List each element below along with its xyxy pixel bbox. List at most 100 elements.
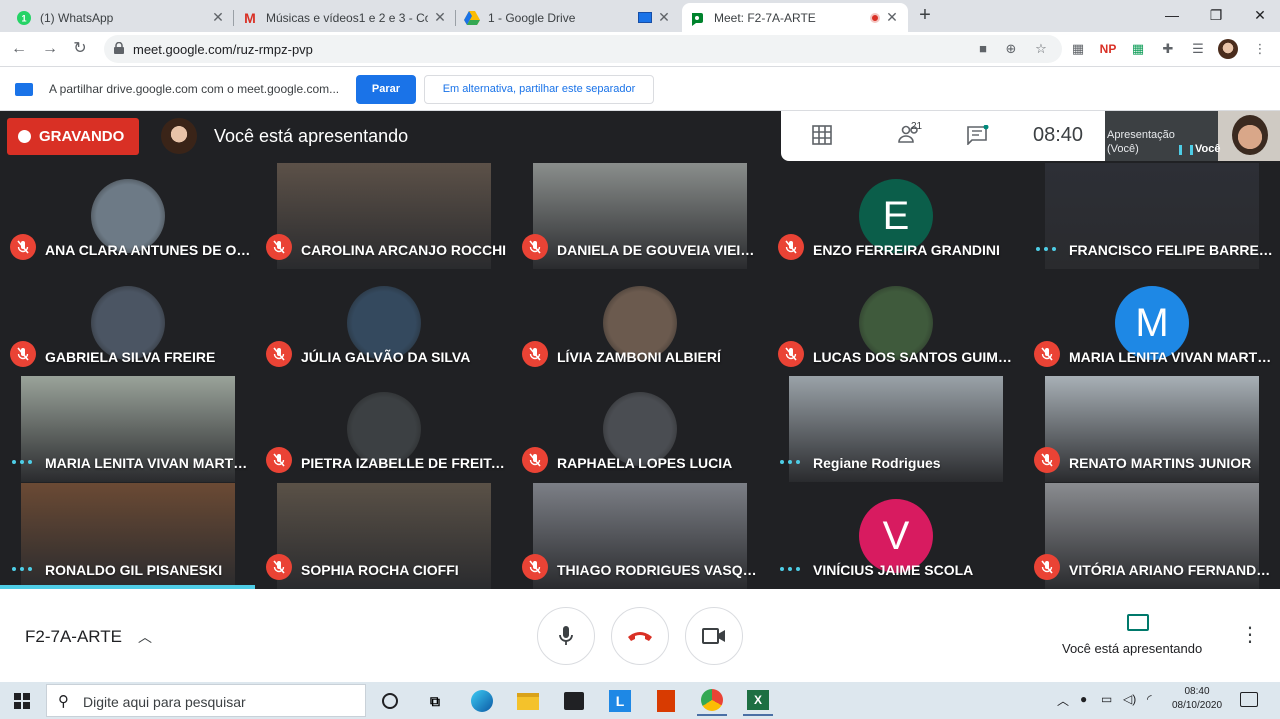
new-tab-button[interactable]: + — [914, 4, 936, 26]
muted-microphone-icon — [522, 554, 548, 580]
participant-tile[interactable]: CAROLINA ARCANJO ROCCHI — [256, 163, 511, 269]
taskbar-search-box[interactable]: ⚲ Digite aqui para pesquisar — [46, 684, 366, 717]
extensions-puzzle-icon[interactable]: ✚ — [1158, 39, 1178, 59]
muted-microphone-icon — [778, 341, 804, 367]
windows-start-icon[interactable] — [14, 693, 30, 709]
back-icon[interactable]: ← — [6, 36, 32, 62]
wifi-icon[interactable]: ◜ — [1147, 692, 1152, 706]
participant-name: VITÓRIA ARIANO FERNANDES ... — [1069, 562, 1275, 578]
participant-name: LUCAS DOS SANTOS GUIMAR... — [813, 349, 1019, 365]
muted-microphone-icon — [522, 234, 548, 260]
volume-icon[interactable]: ◁) — [1123, 692, 1136, 706]
participant-tile[interactable]: M MARIA LENITA VIVAN MARTINS — [1024, 270, 1279, 376]
np-extension-icon[interactable]: NP — [1098, 39, 1118, 59]
tray-chevron-icon[interactable]: ︿ — [1057, 692, 1069, 709]
present-status-button[interactable]: Você está apresentando — [1062, 641, 1202, 656]
participant-tile[interactable]: PIETRA IZABELLE DE FREITAS — [256, 376, 511, 482]
taskbar-clock[interactable]: 08:40 08/10/2020 — [1170, 685, 1224, 713]
chrome-icon[interactable] — [697, 686, 727, 716]
bookmark-star-icon[interactable]: ☆ — [1032, 40, 1050, 58]
chat-button[interactable] — [966, 124, 990, 147]
participant-tile[interactable]: E ENZO FERREIRA GRANDINI — [768, 163, 1023, 269]
participant-tile[interactable]: RONALDO GIL PISANESKI — [0, 483, 255, 589]
tab-meet[interactable]: Meet: F2-7A-ARTE ✕ — [682, 3, 908, 32]
participant-tile[interactable]: SOPHIA ROCHA CIOFFI — [256, 483, 511, 589]
sheets-extension-icon[interactable]: ▦ — [1128, 39, 1148, 59]
participant-tile[interactable]: DANIELA DE GOUVEIA VIEIRA ... — [512, 163, 767, 269]
tab-google-drive[interactable]: 1 - Google Drive ✕ — [456, 3, 680, 32]
google-drive-icon — [464, 10, 480, 26]
participant-tile[interactable]: V VINÍCIUS JAIME SCOLA — [768, 483, 1023, 589]
participant-tile[interactable]: MARIA LENITA VIVAN MARTINS — [0, 376, 255, 482]
stop-sharing-button[interactable]: Parar — [356, 75, 416, 104]
office-icon[interactable] — [651, 686, 681, 716]
reload-icon[interactable]: ↻ — [67, 36, 93, 62]
profile-avatar[interactable] — [1218, 39, 1238, 59]
notification-center-icon[interactable] — [1240, 692, 1258, 707]
cortana-icon[interactable] — [375, 686, 405, 716]
present-screen-icon[interactable] — [1127, 614, 1149, 631]
forward-icon[interactable]: → — [37, 36, 63, 62]
participant-tile[interactable]: ANA CLARA ANTUNES DE OLI... — [0, 163, 255, 269]
meeting-clock: 08:40 — [1033, 124, 1084, 146]
speaking-indicator-icon — [12, 566, 32, 572]
store-icon[interactable] — [559, 686, 589, 716]
meeting-name[interactable]: F2-7A-ARTE — [25, 627, 122, 647]
excel-icon[interactable]: X — [743, 686, 773, 716]
more-options-icon[interactable]: ⋮ — [1240, 625, 1260, 645]
layout-grid-icon[interactable] — [811, 125, 833, 147]
minimize-icon[interactable]: — — [1150, 0, 1194, 30]
participant-tile[interactable]: RAPHAELA LOPES LUCIA — [512, 376, 767, 482]
share-status-text: A partilhar drive.google.com com o meet.… — [49, 82, 340, 96]
chrome-menu-icon[interactable]: ⋮ — [1250, 39, 1270, 59]
muted-microphone-icon — [778, 234, 804, 260]
participant-tile[interactable]: JÚLIA GALVÃO DA SILVA — [256, 270, 511, 376]
maximize-icon[interactable]: ❐ — [1194, 0, 1238, 30]
participant-name: FRANCISCO FELIPE BARREIRO... — [1069, 242, 1275, 258]
participant-tile[interactable]: FRANCISCO FELIPE BARREIRO... — [1024, 163, 1279, 269]
participant-tile[interactable]: RENATO MARTINS JUNIOR — [1024, 376, 1279, 482]
participant-name: SOPHIA ROCHA CIOFFI — [301, 562, 459, 578]
search-icon: ⚲ — [58, 693, 69, 710]
share-this-tab-button[interactable]: Em alternativa, partilhar este separador — [424, 75, 654, 104]
windows-taskbar: ⚲ Digite aqui para pesquisar ⧉ L X ︿ ● ▭… — [0, 682, 1280, 719]
l-app-icon[interactable]: L — [605, 686, 635, 716]
muted-microphone-icon — [1034, 341, 1060, 367]
participant-tile[interactable]: LUCAS DOS SANTOS GUIMAR... — [768, 270, 1023, 376]
meeting-info-panel: 21 08:40 — [781, 111, 1105, 161]
tab-whatsapp[interactable]: 1 (1) WhatsApp ✕ — [8, 3, 234, 32]
participants-button[interactable]: 21 — [889, 121, 929, 147]
camera-in-use-icon[interactable]: ■ — [974, 40, 992, 58]
self-view-tile[interactable]: Apresentação (Você) Você — [1105, 111, 1280, 161]
close-tab-icon[interactable]: ✕ — [656, 9, 672, 26]
tab-gmail[interactable]: M Músicas e vídeos1 e 2 e 3 - Conv ✕ — [234, 3, 456, 32]
battery-icon[interactable]: ▭ — [1101, 692, 1112, 706]
close-tab-icon[interactable]: ✕ — [210, 9, 226, 26]
screen-share-bar: A partilhar drive.google.com com o meet.… — [0, 66, 1280, 111]
participant-tile[interactable]: Regiane Rodrigues — [768, 376, 1023, 482]
hang-up-button[interactable] — [611, 607, 669, 665]
grid-extension-icon[interactable]: ▦ — [1068, 39, 1088, 59]
chevron-up-icon[interactable]: ︿ — [138, 627, 152, 647]
camera-button[interactable] — [685, 607, 743, 665]
close-tab-icon[interactable]: ✕ — [884, 9, 900, 26]
participant-tile[interactable]: THIAGO RODRIGUES VASQUES — [512, 483, 767, 589]
participant-count: 21 — [911, 121, 923, 132]
participant-tile[interactable]: GABRIELA SILVA FREIRE — [0, 270, 255, 376]
presenter-avatar — [161, 118, 197, 154]
tray-microphone-icon[interactable]: ● — [1080, 692, 1087, 706]
participant-tile[interactable]: LÍVIA ZAMBONI ALBIERÍ — [512, 270, 767, 376]
lock-icon — [114, 42, 124, 54]
close-window-icon[interactable]: ✕ — [1238, 0, 1280, 30]
microphone-button[interactable] — [537, 607, 595, 665]
task-view-icon[interactable]: ⧉ — [420, 686, 450, 716]
address-bar[interactable]: meet.google.com/ruz-rmpz-pvp ■ ⊕ ☆ — [104, 35, 1062, 63]
audio-level-icon — [1179, 145, 1193, 155]
zoom-icon[interactable]: ⊕ — [1002, 40, 1020, 58]
file-explorer-icon[interactable] — [513, 686, 543, 716]
close-tab-icon[interactable]: ✕ — [432, 9, 448, 26]
media-control-icon[interactable]: ☰ — [1188, 39, 1208, 59]
edge-icon[interactable] — [467, 686, 497, 716]
participant-tile[interactable]: VITÓRIA ARIANO FERNANDES ... — [1024, 483, 1279, 589]
participant-name: GABRIELA SILVA FREIRE — [45, 349, 216, 365]
